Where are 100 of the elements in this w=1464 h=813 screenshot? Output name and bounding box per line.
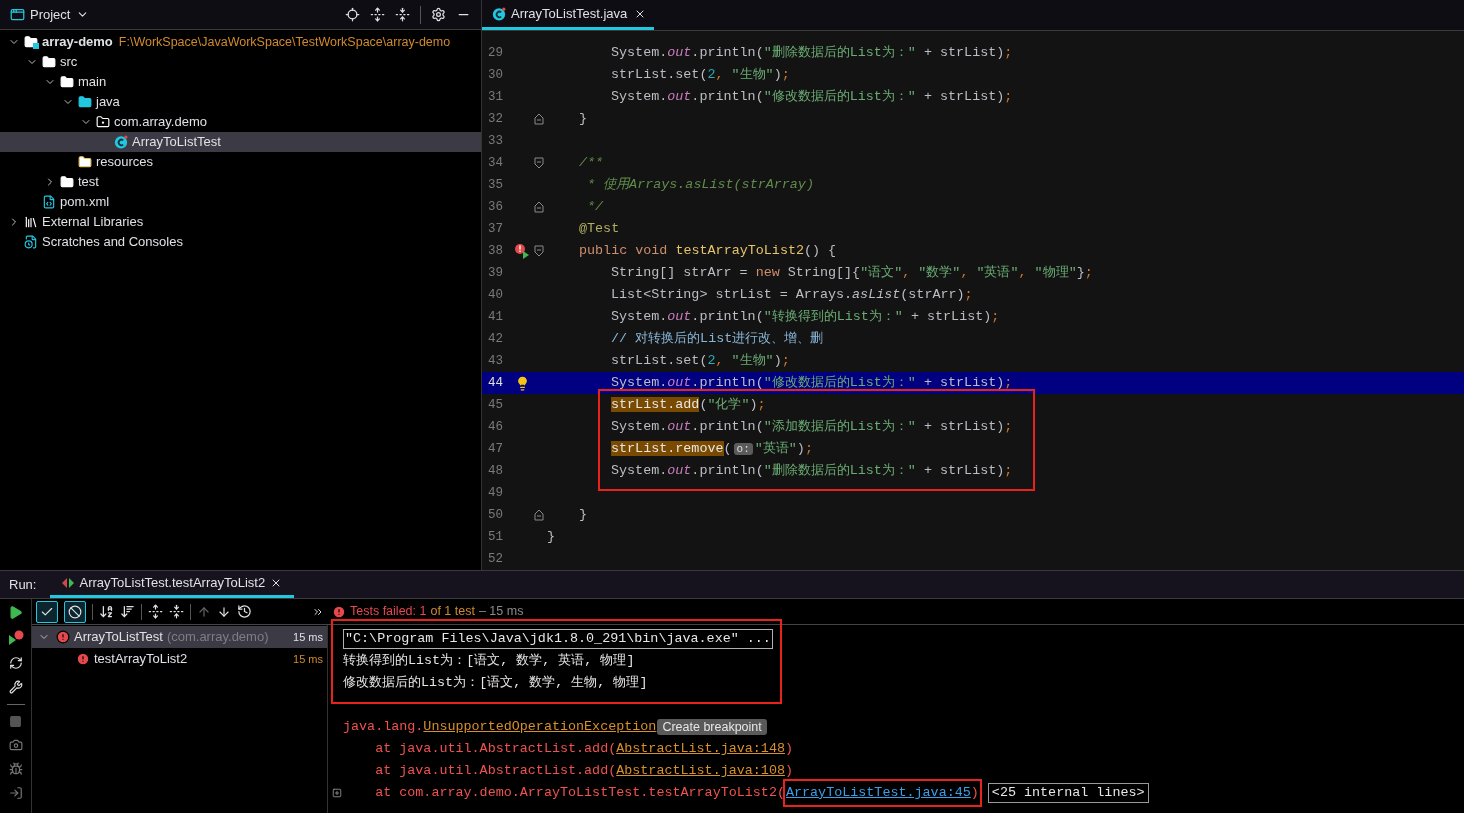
sort-duration-icon[interactable] [120,604,135,619]
failed-count-text: Tests failed: 1 [350,603,427,621]
tree-item-label: array-demo [42,33,113,52]
expand-icon[interactable] [332,788,342,798]
tree-item[interactable]: External Libraries [0,212,481,232]
tree-item[interactable]: src [0,52,481,72]
test-tree-item[interactable]: testArrayToList2 15 ms [32,648,327,670]
line-number: 42 [487,330,504,348]
line-number: 43 [487,352,504,370]
stack-frame-text: at java.util.AbstractList.add( [374,739,617,758]
run-failed-icon[interactable] [514,243,530,259]
create-breakpoint-button[interactable]: Create breakpoint [657,719,767,735]
error-icon [332,604,346,619]
tree-item[interactable]: array-demo F:\WorkSpace\JavaWorkSpace\TestWorkSpace\array-demo [0,32,481,52]
tree-item[interactable]: resources [0,152,481,172]
refresh-icon[interactable] [8,656,23,670]
wrench-icon[interactable] [8,680,23,694]
history-icon[interactable] [237,604,252,619]
source-link[interactable]: AbstractList.java:148 [616,738,785,760]
filter-toggle[interactable] [36,600,58,623]
line-number: 34 [487,154,504,172]
settings-icon[interactable] [431,7,446,22]
tree-item[interactable]: com.array.demo [0,112,481,132]
import-icon[interactable] [8,786,23,800]
test-name: ArrayToListTest [74,628,163,647]
code-line: } [579,109,588,128]
console-output-line: 转换得到的List为：[语文, 数学, 英语, 物理] [343,651,635,670]
code-line: System.out.println("删除数据后的List为：" + strList); [611,461,1013,480]
internal-lines-button[interactable]: <25 internal lines> [987,783,1149,803]
run-tab[interactable]: ArrayToListTest.testArrayToList2 [50,571,295,598]
line-number: 46 [487,418,504,436]
code-line: * 使用Arrays.asList(strArray) [586,175,814,194]
code-line: @Test [579,219,620,238]
expand-all-icon[interactable] [370,7,385,22]
console-command[interactable]: "C:\Program Files\Java\jdk1.8.0_291\bin\java.exe" ... [343,629,773,649]
tree-item[interactable]: java [0,92,481,112]
collapse-all-icon[interactable] [395,7,410,22]
rerun-failed-icon[interactable] [7,630,24,646]
stack-frame-text: at java.util.AbstractList.add( [374,761,617,780]
code-line: System.out.println("添加数据后的List为：" + strList); [611,417,1013,436]
line-number: 47 [487,440,504,458]
tree-item-label: main [78,73,107,92]
ban-icon [68,604,82,619]
line-number: 50 [487,506,504,524]
tree-item-label: test [78,173,99,192]
folder-icon [78,155,92,169]
collapse-all-icon[interactable] [169,604,184,619]
tree-item-label: resources [96,153,154,172]
sort-alpha-icon[interactable] [99,604,114,619]
module-path: F:\WorkSpace\JavaWorkSpace\TestWorkSpace\array-demo [118,33,451,51]
tree-item[interactable]: pom.xml [0,192,481,212]
panel-title[interactable]: Project [30,4,71,25]
expand-all-icon[interactable] [148,604,163,619]
arrow-up-icon[interactable] [197,604,211,619]
fold-marker-icon[interactable] [534,157,544,169]
line-number: 31 [487,88,504,106]
arrow-down-icon[interactable] [217,604,231,619]
stack-frame-text: ) [784,761,793,780]
fold-marker-icon[interactable] [534,509,544,521]
fold-marker-icon[interactable] [534,245,544,257]
line-number: 49 [487,484,504,502]
tree-item[interactable]: test [0,172,481,192]
tree-item[interactable]: main [0,72,481,92]
tree-item[interactable]: ArrayToListTest [0,132,481,152]
code-line: List<String> strList = Arrays.asList(strArr); [611,285,973,304]
stack-frame-text: ) [784,739,793,758]
line-number: 37 [487,220,504,238]
line-number: 52 [487,550,504,568]
total-count-text: of 1 test [430,603,475,621]
code-line: System.out.println("修改数据后的List为：" + strList); [611,87,1013,106]
locate-icon[interactable] [345,7,360,22]
filter-toggle[interactable] [64,600,86,623]
editor-tab[interactable]: ArrayToListTest.java [482,0,655,30]
folder-icon [60,175,74,189]
exception-link[interactable]: UnsupportedOperationException [423,716,657,738]
camera-icon[interactable] [8,738,23,752]
run-label: Run: [9,575,37,594]
window-icon [10,7,25,22]
code-line: System.out.println("删除数据后的List为：" + strList); [611,43,1013,62]
test-duration: 15 ms [293,629,323,645]
source-link[interactable]: ArrayToListTest.java:45 [785,782,971,804]
fold-marker-icon[interactable] [534,113,544,125]
folder-icon [60,75,74,89]
tree-item[interactable]: Scratches and Consoles [0,232,481,252]
module-folder-icon [24,35,39,49]
bug-icon[interactable] [8,762,23,776]
line-number: 48 [487,462,504,480]
class-icon [492,6,506,21]
line-number: 39 [487,264,504,282]
code-line: strList.remove( o: "英语"); [611,439,813,458]
run-config-icon [62,577,75,589]
run-icon[interactable] [8,605,23,620]
folder-icon [42,55,56,69]
stop-icon[interactable] [9,715,22,728]
source-link[interactable]: AbstractList.java:108 [616,760,785,782]
tree-item-label: pom.xml [60,193,110,212]
fold-marker-icon[interactable] [534,201,544,213]
code-line: strList.set(2, "生物"); [611,65,790,84]
stack-frame-text: at com.array.demo.ArrayToListTest.testArrayToList2( [374,783,785,802]
test-tree-item[interactable]: ArrayToListTest (com.array.demo) 15 ms [32,626,327,648]
